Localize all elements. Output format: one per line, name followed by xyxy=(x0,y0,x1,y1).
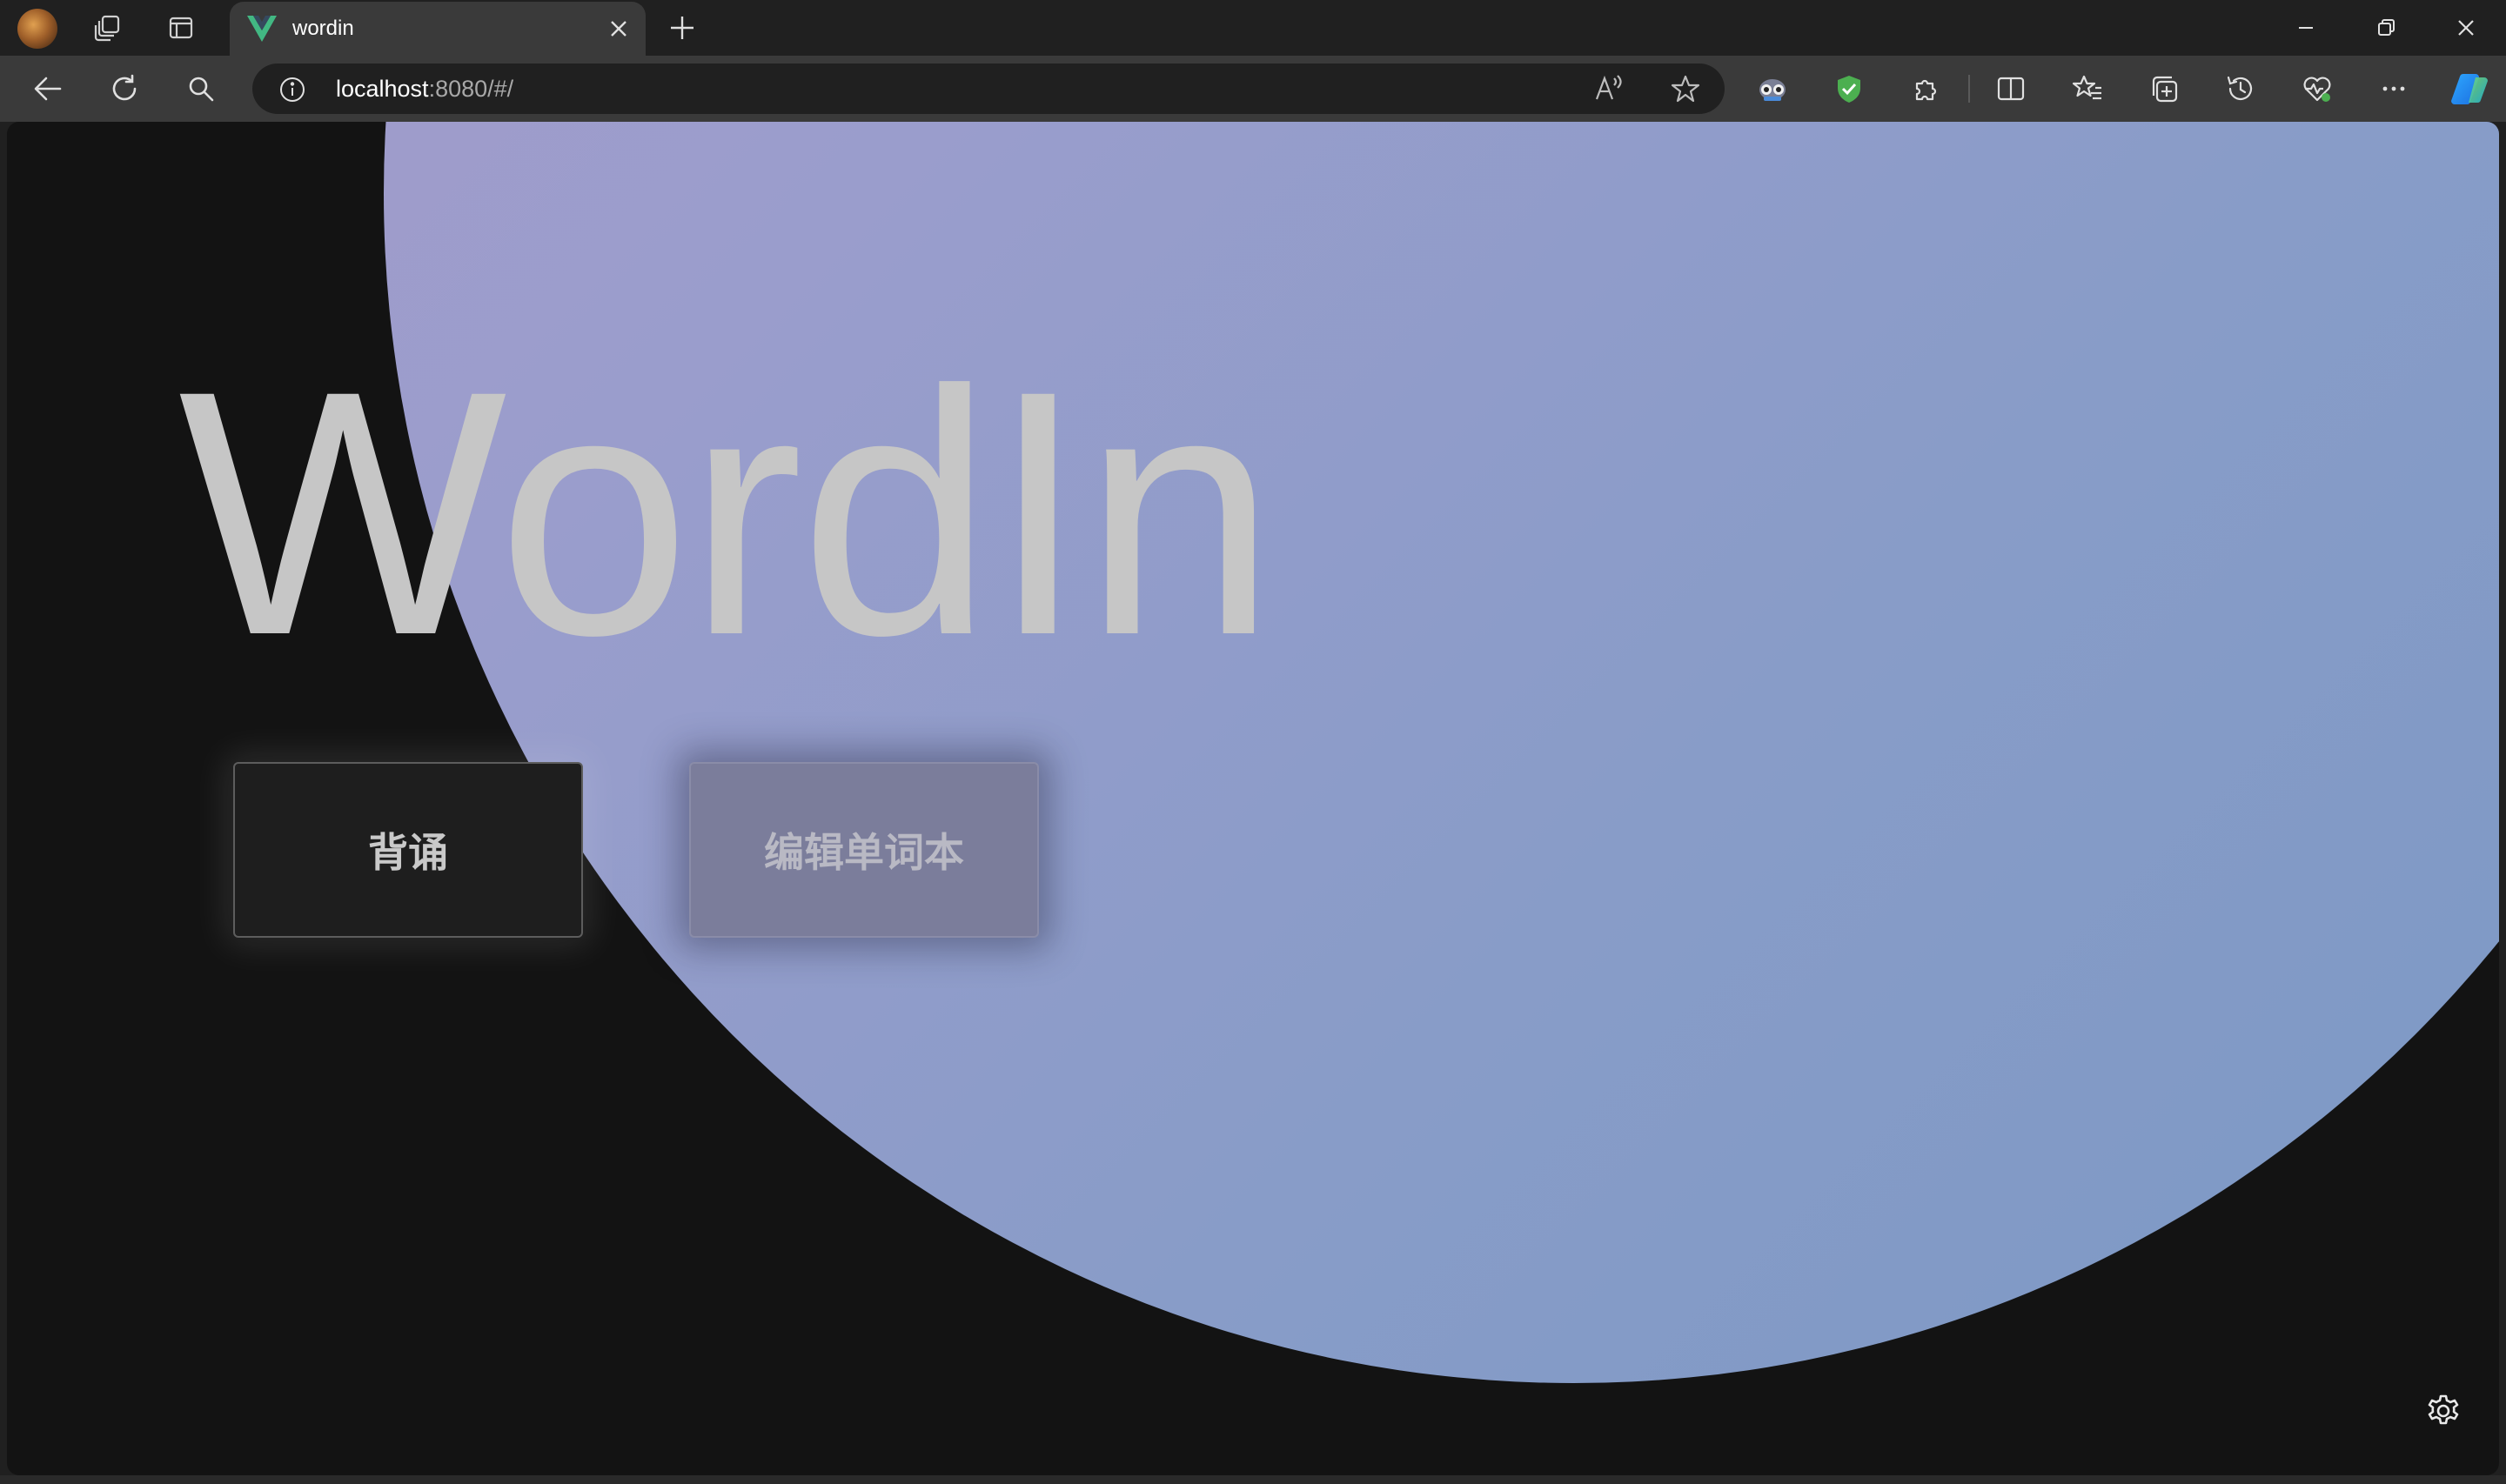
search-icon[interactable] xyxy=(183,70,219,107)
toolbar-separator xyxy=(1968,75,1970,103)
new-tab-icon[interactable] xyxy=(667,12,698,43)
profile-avatar[interactable] xyxy=(17,9,57,49)
extension-agent-icon[interactable] xyxy=(1754,70,1791,107)
split-screen-icon[interactable] xyxy=(1993,70,2029,107)
shield-extension-icon[interactable] xyxy=(1831,70,1867,107)
recite-button[interactable]: 背诵 xyxy=(233,762,583,938)
browser-toolbar: localhost:8080/#/ xyxy=(0,56,2506,122)
gear-icon[interactable] xyxy=(2424,1392,2462,1430)
site-info-icon[interactable] xyxy=(278,76,306,104)
more-options-icon[interactable] xyxy=(2375,70,2412,107)
vue-logo-icon xyxy=(247,16,277,42)
favorite-star-icon[interactable] xyxy=(1667,70,1704,107)
collections-icon[interactable] xyxy=(2146,70,2182,107)
read-aloud-icon[interactable] xyxy=(1591,70,1627,107)
gradient-circle-background xyxy=(384,122,2499,1383)
edit-wordbook-button[interactable]: 编辑单词本 xyxy=(689,762,1039,938)
browser-tab-strip: wordin xyxy=(0,0,2506,56)
workspaces-icon[interactable] xyxy=(92,12,124,43)
favorites-icon[interactable] xyxy=(2069,70,2106,107)
active-tab[interactable]: wordin xyxy=(230,2,646,56)
close-tab-icon[interactable] xyxy=(607,17,630,40)
restore-icon[interactable] xyxy=(2372,14,2400,42)
url-host: localhost xyxy=(336,76,429,102)
url-path: :8080/#/ xyxy=(428,76,514,102)
back-icon[interactable] xyxy=(30,70,66,107)
app-logo-title: WordIn xyxy=(178,318,1276,707)
refresh-icon[interactable] xyxy=(106,70,143,107)
minimize-icon[interactable] xyxy=(2292,14,2320,42)
tab-title: wordin xyxy=(292,17,354,40)
page-viewport: WordIn 背诵 编辑单词本 xyxy=(7,122,2499,1475)
copilot-icon[interactable] xyxy=(2449,68,2492,111)
browser-essentials-icon[interactable] xyxy=(2299,70,2335,107)
url-text[interactable]: localhost:8080/#/ xyxy=(336,76,513,103)
close-window-icon[interactable] xyxy=(2452,14,2480,42)
tab-actions-icon[interactable] xyxy=(165,12,197,43)
address-bar[interactable]: localhost:8080/#/ xyxy=(252,64,1725,114)
history-icon[interactable] xyxy=(2222,70,2259,107)
extensions-puzzle-icon[interactable] xyxy=(1907,70,1944,107)
window-bottom-edge xyxy=(0,1475,2506,1484)
